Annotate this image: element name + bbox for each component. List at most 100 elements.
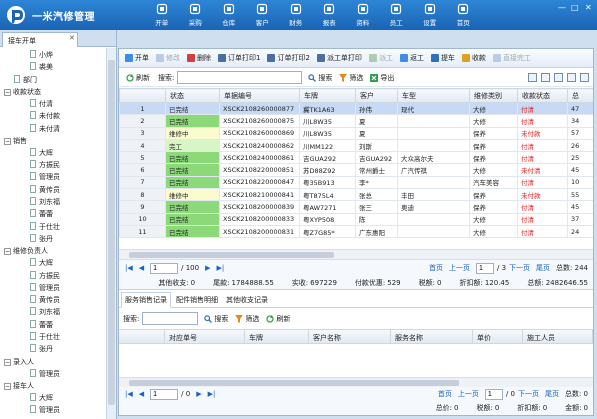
last-page-icon[interactable]: ▶| bbox=[216, 264, 224, 272]
collapse-toggle-icon[interactable]: − bbox=[4, 382, 11, 390]
column-header[interactable]: 维修类别 bbox=[469, 88, 518, 103]
tab-close-icon[interactable]: ✕ bbox=[69, 34, 75, 42]
page-jump-input[interactable] bbox=[476, 262, 494, 274]
detail-first-page-icon[interactable]: |◀ bbox=[125, 390, 133, 398]
tree-item[interactable]: 未付款 bbox=[30, 111, 60, 122]
detail-page-jump-input[interactable] bbox=[484, 388, 503, 400]
detail-column-header[interactable]: 对应单号 bbox=[165, 330, 245, 343]
search-input[interactable] bbox=[177, 71, 303, 84]
view-detail-icon[interactable] bbox=[541, 73, 550, 82]
toolbar-button-7[interactable]: 返工 bbox=[397, 51, 427, 66]
detail-column-header[interactable] bbox=[119, 330, 165, 343]
tree-item[interactable]: 方振民 bbox=[30, 270, 60, 282]
column-header[interactable] bbox=[119, 88, 166, 103]
toolbar-button-6[interactable]: 派工 bbox=[366, 51, 396, 66]
view-settings-icon[interactable] bbox=[580, 73, 589, 82]
detail-tab-1[interactable]: 配件销售明细 bbox=[173, 293, 221, 307]
refresh-button[interactable]: 刷新 bbox=[123, 70, 153, 85]
column-header[interactable]: 客户 bbox=[355, 88, 398, 103]
nav-item-2[interactable]: 仓库 bbox=[212, 0, 246, 30]
tree-group[interactable]: − 收款状态 bbox=[4, 87, 41, 98]
left-scrollbar[interactable] bbox=[106, 48, 116, 419]
toolbar-button-1[interactable]: 修改 bbox=[153, 51, 183, 66]
search-button[interactable]: 搜索 bbox=[305, 70, 335, 85]
table-row[interactable]: 5 已完结 XSCK2108240000861 吉GUA292 吉GUA292 大众高尔夫… bbox=[119, 151, 593, 165]
detail-tab-2[interactable]: 其他收支记录 bbox=[223, 293, 271, 307]
next-page-link[interactable]: 下一页 bbox=[509, 263, 530, 273]
tree-item[interactable]: 黄传员 bbox=[30, 295, 60, 306]
nav-item-8[interactable]: 设置 bbox=[413, 0, 447, 30]
column-header[interactable]: 总 bbox=[567, 88, 593, 103]
toolbar-button-3[interactable]: 订单打印1 bbox=[215, 51, 263, 66]
table-row[interactable]: 2 已完结 XSCK2108260000875 川L8W35 夏 大修 付清 34 bbox=[119, 114, 593, 128]
tree-item[interactable]: 裘美 bbox=[30, 62, 53, 73]
tree-item[interactable]: 付清 bbox=[30, 98, 53, 110]
tree-item[interactable]: 大辉 bbox=[30, 147, 53, 159]
detail-h-scrollbar[interactable] bbox=[119, 377, 593, 387]
nav-item-6[interactable]: 资料 bbox=[346, 0, 380, 30]
grid-h-scrollbar[interactable] bbox=[119, 249, 593, 259]
table-row[interactable]: 4 完工 XSCK2108240000862 川MM122 刘斯 保养 付清 26 bbox=[119, 138, 593, 153]
maximize-button[interactable]: □ bbox=[571, 3, 579, 12]
detail-prev-page-link[interactable]: 上一页 bbox=[458, 389, 479, 399]
tree-item[interactable]: 部门 bbox=[14, 74, 37, 86]
tree-item[interactable]: 黄传员 bbox=[30, 184, 60, 196]
last-page-link[interactable]: 尾页 bbox=[536, 263, 550, 273]
detail-column-header[interactable]: 服务名称 bbox=[391, 330, 473, 343]
nav-item-0[interactable]: 开单 bbox=[145, 0, 179, 30]
column-header[interactable]: 状态 bbox=[165, 88, 220, 103]
tree-item[interactable]: 蕾蕾 bbox=[30, 209, 53, 220]
tree-item[interactable]: 方振民 bbox=[30, 160, 60, 171]
detail-h-scrollbar-thumb[interactable] bbox=[129, 380, 459, 386]
nav-item-7[interactable]: 员工 bbox=[380, 0, 414, 30]
detail-page-input[interactable] bbox=[150, 388, 179, 400]
tree-item[interactable]: 小烨 bbox=[30, 50, 53, 61]
collapse-toggle-icon[interactable]: − bbox=[4, 137, 11, 145]
tree-group[interactable]: − 维修负责人 bbox=[4, 246, 48, 257]
table-row[interactable]: 6 已完结 XSCK2108220000851 苏D88Z92 常州爵士 广汽传祺 大修 未付… bbox=[119, 163, 593, 177]
toolbar-button-4[interactable]: 订单打印2 bbox=[264, 51, 312, 66]
detail-home-page-link[interactable]: 首页 bbox=[438, 389, 452, 399]
prev-page-link[interactable]: 上一页 bbox=[449, 263, 470, 273]
detail-search-button[interactable]: 搜索 bbox=[201, 311, 231, 326]
detail-column-header[interactable]: 车牌 bbox=[245, 330, 309, 343]
table-row[interactable]: 8 维修中 XSCK2108210000841 粤T875L4 张总 丰田 保养 未付款 55 bbox=[119, 188, 593, 202]
tree-item[interactable]: 于仕壮 bbox=[30, 332, 60, 343]
close-window-button[interactable]: ✕ bbox=[585, 3, 592, 12]
detail-last-page-icon[interactable]: ▶| bbox=[208, 390, 216, 398]
prev-page-icon[interactable]: ◀ bbox=[139, 264, 144, 272]
collapse-toggle-icon[interactable]: − bbox=[4, 358, 11, 366]
column-header[interactable]: 车型 bbox=[397, 88, 470, 103]
detail-column-header[interactable]: 客户名称 bbox=[309, 330, 391, 343]
column-header[interactable]: 单据编号 bbox=[219, 88, 300, 103]
view-list-icon[interactable] bbox=[528, 73, 537, 82]
tree-item[interactable]: 大辉 bbox=[30, 392, 53, 404]
table-row[interactable]: 11 已完结 XSCK2108200000831 粤Z7G85* 广东惠阳 大修 付清 24 bbox=[119, 224, 593, 239]
detail-refresh-button[interactable]: 刷新 bbox=[263, 311, 293, 326]
column-header[interactable]: 车牌 bbox=[299, 88, 356, 103]
tree-group[interactable]: − 销售 bbox=[4, 136, 27, 147]
detail-last-page-link[interactable]: 尾页 bbox=[545, 389, 559, 399]
tree-group[interactable]: − 接车人 bbox=[4, 381, 34, 392]
home-page-link[interactable]: 首页 bbox=[429, 263, 443, 273]
detail-tab-0[interactable]: 服务销售记录 bbox=[121, 292, 171, 308]
detail-column-header[interactable]: 施工人员 bbox=[523, 330, 593, 343]
page-input[interactable] bbox=[150, 262, 179, 274]
grid-h-scrollbar-thumb[interactable] bbox=[129, 252, 334, 258]
nav-item-3[interactable]: 客户 bbox=[246, 0, 280, 30]
nav-item-5[interactable]: 报表 bbox=[313, 0, 347, 30]
tree-item[interactable]: 蕾蕾 bbox=[30, 319, 53, 331]
toolbar-button-8[interactable]: 提车 bbox=[428, 51, 458, 66]
minimize-button[interactable]: — bbox=[558, 3, 566, 12]
first-page-icon[interactable]: |◀ bbox=[125, 264, 133, 272]
collapse-toggle-icon[interactable]: − bbox=[4, 88, 11, 96]
toolbar-button-5[interactable]: 派工单打印 bbox=[314, 51, 365, 66]
view-grid-icon[interactable] bbox=[567, 73, 576, 82]
tree-item[interactable]: 张丹 bbox=[30, 344, 53, 355]
tree-item[interactable]: 张丹 bbox=[30, 233, 53, 245]
tree-item[interactable]: 大辉 bbox=[30, 258, 53, 269]
tree-item[interactable]: 未付清 bbox=[30, 123, 60, 135]
table-row[interactable]: 10 已完结 XSCK2108200000833 粤XYP508 陈 大修 付清 37 bbox=[119, 212, 593, 226]
toolbar-button-9[interactable]: 收款 bbox=[459, 51, 489, 66]
detail-prev-page-icon[interactable]: ◀ bbox=[139, 390, 144, 398]
